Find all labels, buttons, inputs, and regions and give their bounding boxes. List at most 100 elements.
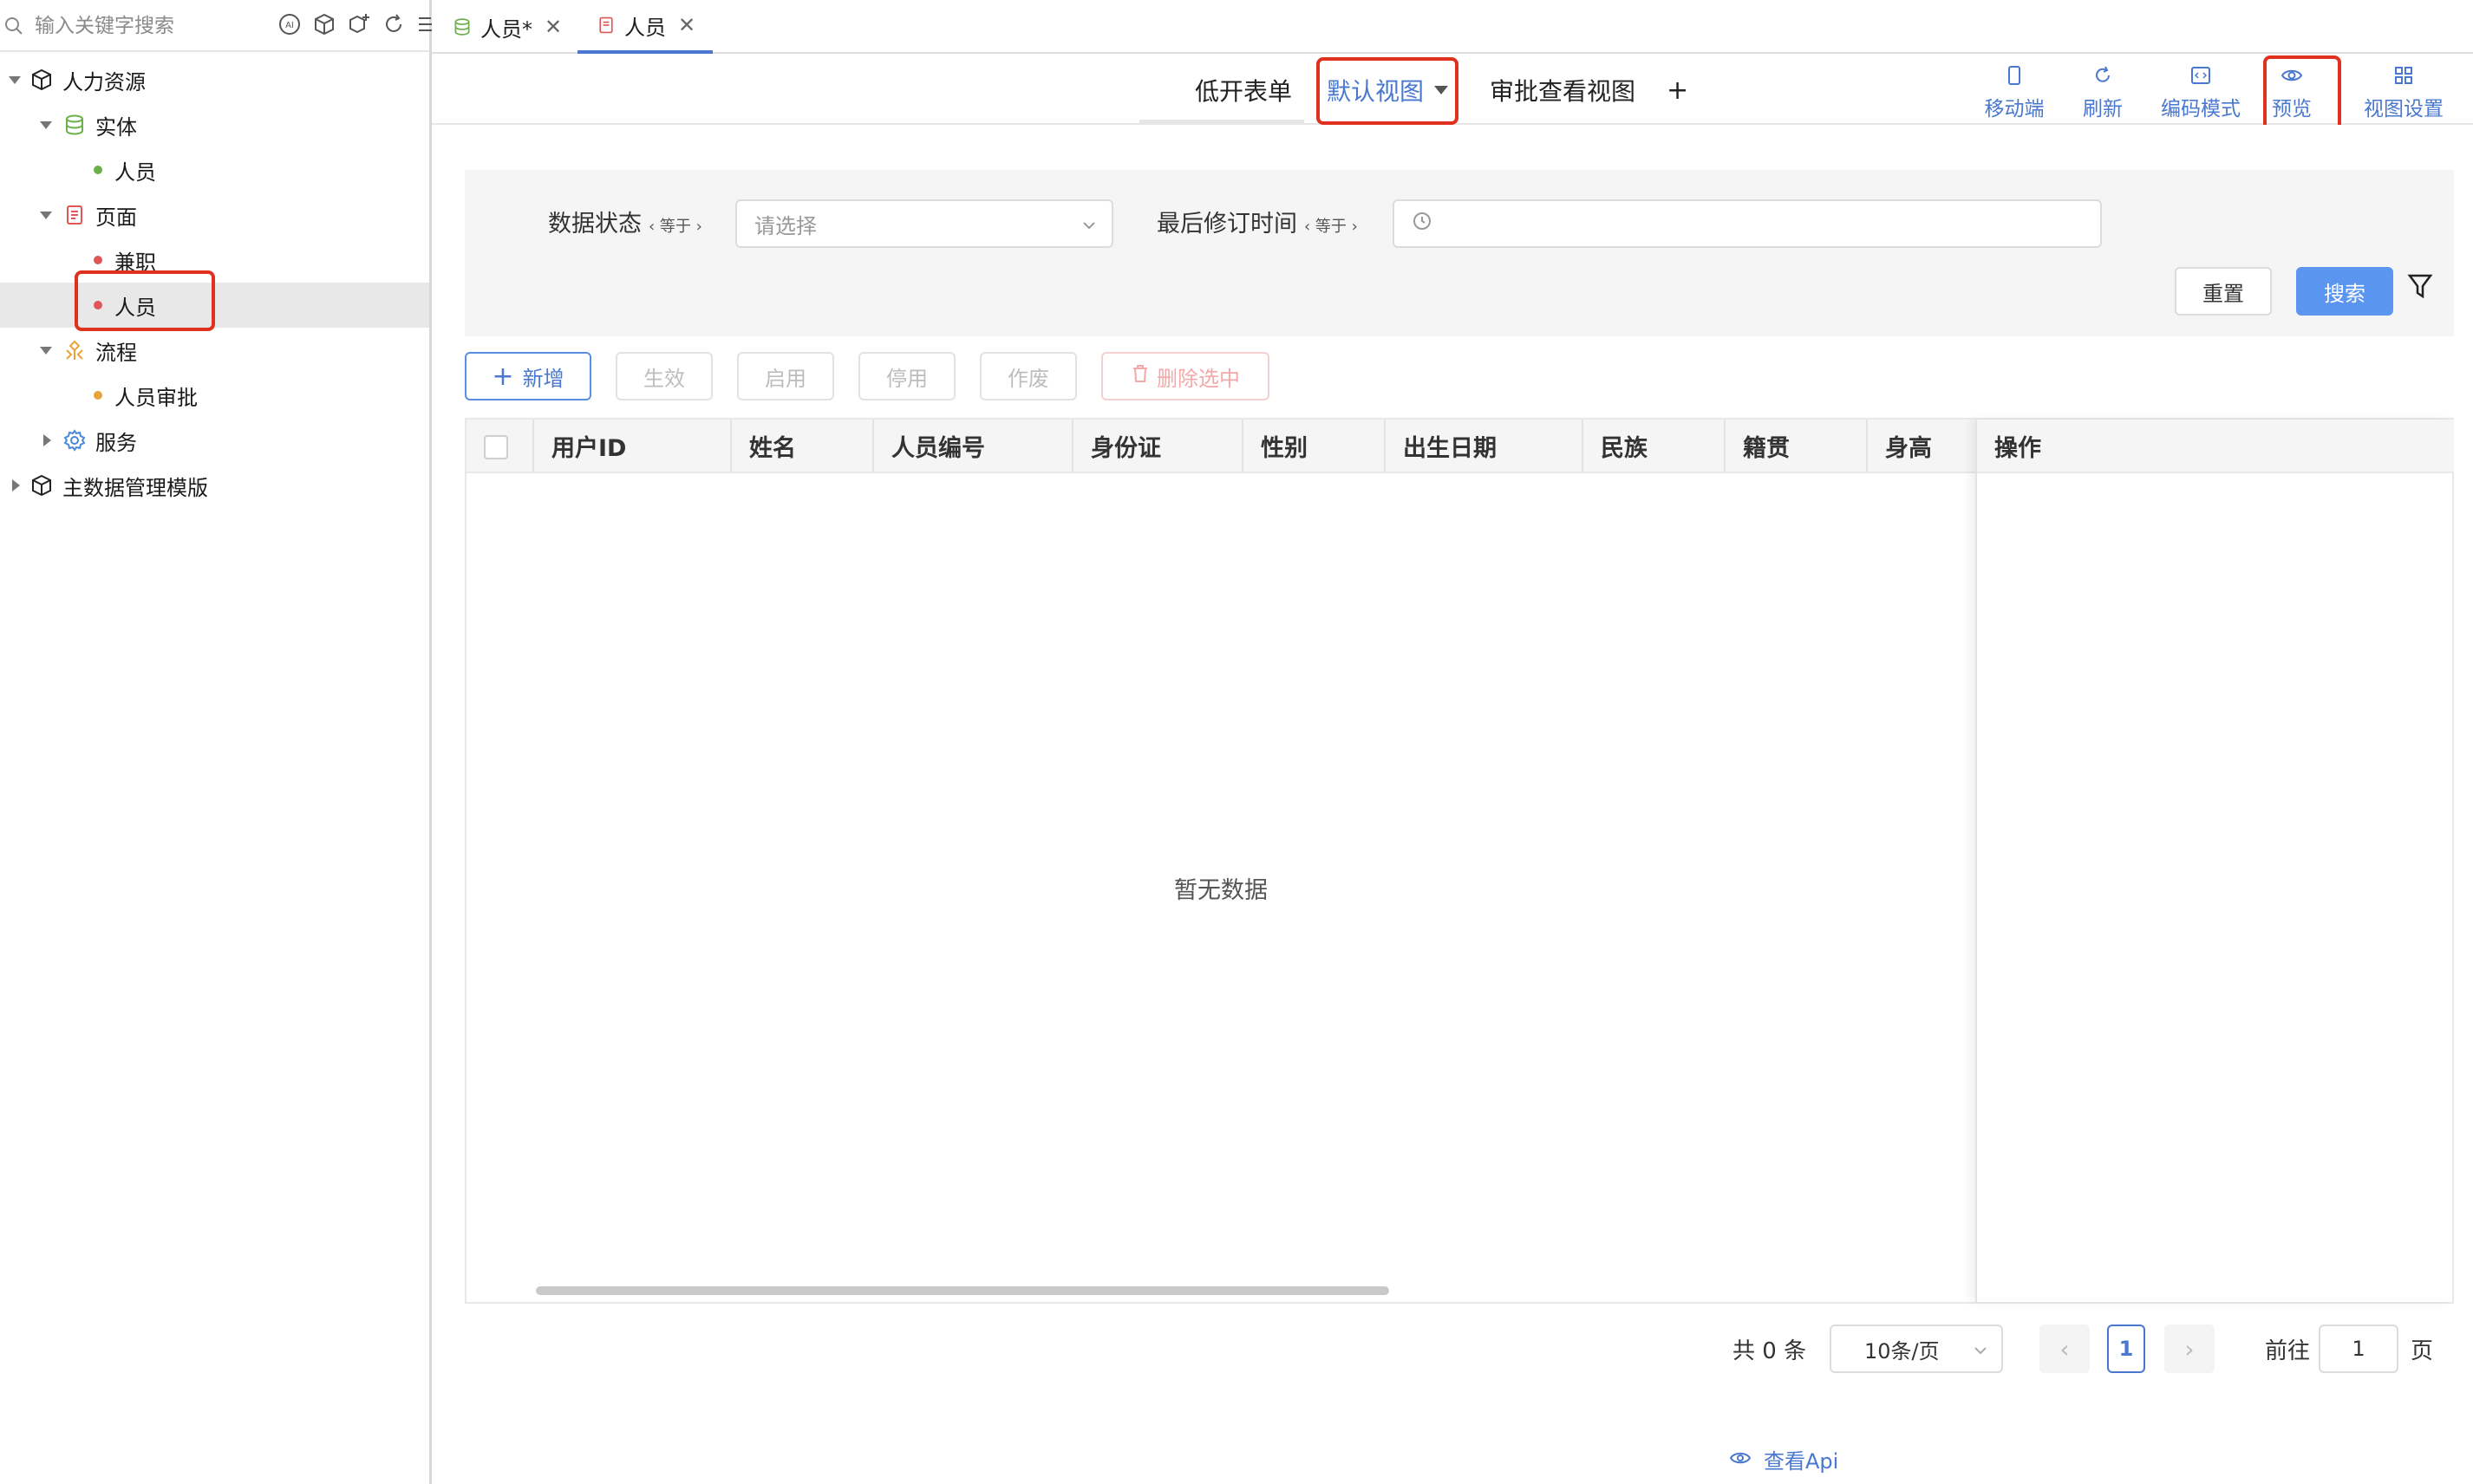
status-operator[interactable]: ‹ 等于 ›: [649, 218, 702, 236]
delete-selected-button[interactable]: 删除选中: [1101, 352, 1269, 400]
tree-node-mdm-template[interactable]: 主数据管理模版: [0, 463, 429, 508]
highlight-box-tree: [75, 270, 215, 331]
trash-icon: [1131, 363, 1150, 389]
page-suffix: 页: [2411, 1338, 2434, 1364]
tree-label: 人员: [114, 159, 156, 185]
status-placeholder: 请选择: [754, 213, 817, 238]
clock-icon: [1412, 211, 1432, 237]
grid-icon: [2392, 64, 2415, 87]
empty-state: 暂无数据: [1174, 876, 1268, 904]
tab-page-person[interactable]: 人员 ✕: [577, 0, 714, 54]
close-icon[interactable]: ✕: [678, 13, 695, 37]
tab-approval-view[interactable]: 审批查看视图: [1490, 55, 1635, 125]
add-view-button[interactable]: +: [1667, 55, 1688, 125]
search-icon: [3, 16, 24, 36]
svg-text:AI: AI: [285, 21, 294, 30]
caret-down-icon[interactable]: [40, 121, 52, 129]
caret-down-icon[interactable]: [40, 347, 52, 355]
refresh-icon[interactable]: [380, 10, 408, 38]
time-picker[interactable]: [1393, 199, 2102, 248]
tab-label: 人员*: [480, 16, 532, 42]
main-content: 数据状态 ‹ 等于 › 请选择 最后修订时间 ‹ 等于 › 重置 搜索 + 新增 生…: [442, 125, 2473, 1484]
tree-label: 页面: [95, 205, 137, 230]
tree-node-process[interactable]: 流程: [0, 328, 429, 373]
page-size-value: 10条/页: [1864, 1338, 1940, 1364]
caret-down-icon[interactable]: [9, 76, 21, 84]
mobile-icon: [2003, 64, 2026, 87]
package-icon: [29, 473, 54, 498]
horizontal-scrollbar[interactable]: [536, 1286, 1389, 1295]
cube-icon[interactable]: [310, 10, 338, 38]
search-input[interactable]: [35, 10, 269, 42]
tree-label: 实体: [95, 114, 137, 140]
col-header-operation: 操作: [1977, 420, 2454, 473]
effective-button[interactable]: 生效: [616, 352, 713, 400]
tree-node-page[interactable]: 页面: [0, 192, 429, 238]
next-page-button[interactable]: ›: [2164, 1325, 2215, 1373]
view-settings-button[interactable]: 视图设置: [2360, 61, 2447, 121]
reset-button[interactable]: 重置: [2175, 267, 2272, 316]
view-api-link[interactable]: 查看Api: [1729, 1444, 1838, 1474]
tree-node-entity[interactable]: 实体: [0, 102, 429, 147]
prev-page-button[interactable]: ‹: [2039, 1325, 2090, 1373]
time-label-text: 最后修订时间: [1157, 211, 1297, 238]
tree-node-process-approval[interactable]: 人员审批: [0, 373, 429, 418]
sidebar-search: AI 文A: [0, 0, 473, 52]
tree-node-hr[interactable]: 人力资源: [0, 57, 429, 102]
package-icon: [29, 68, 54, 92]
red-dot-icon: [94, 256, 102, 264]
search-button[interactable]: 搜索: [2296, 267, 2393, 316]
eye-icon: [1729, 1448, 1752, 1472]
ai-icon[interactable]: AI: [276, 10, 303, 38]
database-icon: [451, 16, 473, 38]
page-icon: [595, 14, 617, 36]
caret-right-icon[interactable]: [43, 434, 51, 446]
add-model-icon[interactable]: [345, 10, 373, 38]
disable-button[interactable]: 停用: [858, 352, 956, 400]
void-button[interactable]: 作废: [980, 352, 1077, 400]
database-icon: [62, 113, 87, 137]
page-size-select[interactable]: 10条/页: [1830, 1325, 2003, 1373]
sidebar: AI 文A 人力资源: [0, 0, 473, 1484]
tree-node-service[interactable]: 服务: [0, 418, 429, 463]
tab-label: 人员: [624, 15, 666, 40]
caret-down-icon[interactable]: [40, 212, 52, 219]
view-bar: 低开表单 默认视图 审批查看视图 + 移动端 刷新 编码模式 预览 视图设置: [432, 55, 2473, 133]
refresh-icon: [2091, 64, 2114, 87]
tree-label: 流程: [95, 340, 137, 365]
close-icon[interactable]: ✕: [545, 15, 562, 39]
gear-icon: [62, 428, 87, 452]
code-icon: [2189, 64, 2212, 87]
filter-icon[interactable]: [2407, 272, 2433, 305]
goto-page-input[interactable]: 1: [2319, 1325, 2398, 1373]
refresh-button[interactable]: 刷新: [2081, 61, 2124, 121]
status-filter-label: 数据状态 ‹ 等于 ›: [548, 205, 702, 238]
tree-node-entity-person[interactable]: 人员: [0, 147, 429, 192]
tab-entity-person[interactable]: 人员* ✕: [451, 0, 562, 54]
page-icon: [62, 203, 87, 227]
highlight-box-preview: [2263, 55, 2341, 133]
view-tab-underline: [1139, 120, 1304, 123]
status-label-text: 数据状态: [548, 211, 642, 238]
tab-lowcode-form[interactable]: 低开表单: [1195, 55, 1292, 125]
page-number-current[interactable]: 1: [2107, 1325, 2145, 1373]
highlight-box-default-view: [1316, 57, 1458, 125]
data-table: 用户ID 姓名 人员编号 身份证 性别 出生日期 民族 籍贯 身高 暂无数据 操…: [465, 418, 2454, 1304]
flow-icon: [62, 338, 87, 362]
filter-panel: 数据状态 ‹ 等于 › 请选择 最后修订时间 ‹ 等于 › 重置 搜索: [465, 170, 2454, 336]
status-select[interactable]: 请选择: [735, 199, 1113, 248]
time-filter-label: 最后修订时间 ‹ 等于 ›: [1157, 205, 1358, 238]
tree-label: 服务: [95, 430, 137, 455]
operation-column: 操作: [1975, 420, 2454, 1302]
caret-right-icon[interactable]: [12, 479, 20, 491]
tree-label: 人力资源: [62, 69, 146, 94]
view-settings-label: 视图设置: [2364, 98, 2444, 120]
code-mode-button[interactable]: 编码模式: [2159, 61, 2242, 121]
plus-icon: +: [492, 361, 514, 392]
enable-button[interactable]: 启用: [737, 352, 834, 400]
delete-label: 删除选中: [1157, 366, 1240, 391]
mobile-button[interactable]: 移动端: [1984, 61, 2045, 121]
tree-label: 人员审批: [114, 385, 198, 410]
add-button[interactable]: + 新增: [465, 352, 591, 400]
time-operator[interactable]: ‹ 等于 ›: [1304, 218, 1358, 236]
